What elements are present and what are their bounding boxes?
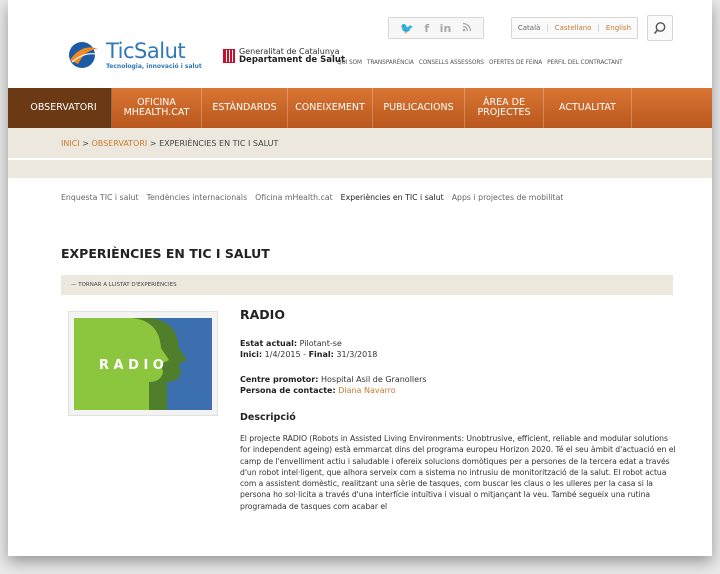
breadcrumb-observatori[interactable]: OBSERVATORI — [91, 139, 147, 148]
language-selector: Català | Castellano | English — [511, 17, 638, 39]
project-detail: RADIO Estat actual: Pilotant-se Inici: 1… — [240, 305, 680, 512]
status-value: Pilotant-se — [299, 339, 342, 348]
nav-observatori[interactable]: OBSERVATORI — [8, 88, 112, 128]
project-name: RADIO — [240, 307, 285, 322]
back-link-bar: — TORNAR A LLISTAT D'EXPERIÈNCIES — [61, 275, 673, 295]
breadcrumb-separator: > — [79, 138, 92, 148]
subnav-enquesta[interactable]: Enquesta TIC i salut — [61, 193, 139, 202]
util-link-perfil[interactable]: PERFIL DEL CONTRACTANT — [547, 60, 623, 66]
contact-link[interactable]: Diana Navarro — [338, 386, 395, 395]
centre-value: Hospital Asil de Granollers — [320, 375, 427, 384]
search-button[interactable] — [647, 15, 673, 41]
gencat-line2: Departament de Salut — [239, 55, 346, 65]
nav-actualitat[interactable]: ACTUALITAT — [544, 88, 632, 128]
page: 🐦 f in Català | Castellano | English Tic… — [8, 0, 712, 556]
twitter-icon[interactable]: 🐦 — [400, 22, 414, 35]
subnav-experiencies[interactable]: Experiències en TIC i salut — [341, 193, 444, 202]
centre-row: Centre promotor: Hospital Asil de Granol… — [240, 374, 680, 385]
breadcrumb-separator: > — [147, 138, 160, 148]
project-logo-image: R A D I O — [68, 311, 218, 416]
lang-es[interactable]: Castellano — [555, 24, 592, 32]
util-link-transparencia[interactable]: TRANSPARÈNCIA — [367, 60, 414, 66]
lang-ca[interactable]: Català — [518, 24, 540, 32]
linkedin-icon[interactable]: in — [440, 22, 452, 35]
start-value: 1/4/2015 — [264, 350, 301, 359]
ticsalut-logo[interactable]: TicSalut Tecnologia, innovació i salut — [64, 40, 202, 70]
util-link-qui-som[interactable]: QUI SOM — [337, 60, 362, 66]
back-link[interactable]: — TORNAR A LLISTAT D'EXPERIÈNCIES — [71, 282, 177, 288]
nav-oficina-mhealth[interactable]: OFICINA MHEALTH.CAT — [112, 88, 202, 128]
start-label: Inici: — [240, 350, 263, 359]
rss-icon[interactable] — [462, 22, 472, 35]
centre-label: Centre promotor: — [240, 375, 319, 384]
divider: | — [546, 24, 549, 32]
project-logo-text: R A D I O — [99, 358, 164, 373]
gencat-logo[interactable]: Generalitat de Catalunya Departament de … — [223, 47, 345, 65]
subnav-tendencies[interactable]: Tendències internacionals — [147, 193, 248, 202]
divider: | — [597, 24, 600, 32]
breadcrumb-home[interactable]: INICI — [61, 139, 80, 148]
status-label: Estat actual: — [240, 339, 298, 348]
dates-row: Inici: 1/4/2015 - Final: 31/3/2018 — [240, 349, 680, 360]
nav-coneixement[interactable]: CONEIXEMENT — [288, 88, 373, 128]
logo-name: TicSalut — [106, 38, 186, 63]
subnav-apps[interactable]: Apps i projectes de mobilitat — [452, 193, 564, 202]
description-heading: Descripció — [240, 412, 296, 423]
search-icon — [653, 22, 666, 35]
util-link-ofertes[interactable]: OFERTES DE FEINA — [489, 60, 542, 66]
nav-publicacions[interactable]: PUBLICACIONS — [373, 88, 465, 128]
breadcrumb: INICI > OBSERVATORI > EXPERIÈNCIES EN TI… — [8, 128, 712, 158]
utility-nav: QUI SOM TRANSPARÈNCIA CONSELLS ASSESSORS… — [337, 60, 623, 66]
nav-estandards[interactable]: ESTÀNDARDS — [202, 88, 288, 128]
breadcrumb-current: EXPERIÈNCIES EN TIC I SALUT — [159, 138, 279, 148]
facebook-icon[interactable]: f — [424, 22, 429, 35]
contact-label: Persona de contacte: — [240, 386, 336, 395]
contact-row: Persona de contacte: Diana Navarro — [240, 385, 680, 396]
page-title: EXPERIÈNCIES EN TIC I SALUT — [61, 246, 270, 261]
lang-en[interactable]: English — [606, 24, 631, 32]
description-text: El projecte RADIO (Robots in Assisted Li… — [240, 434, 676, 511]
ticsalut-logo-icon — [69, 42, 98, 68]
util-link-consells[interactable]: CONSELLS ASSESSORS — [419, 60, 484, 66]
subnav-oficina[interactable]: Oficina mHealth.cat — [255, 193, 333, 202]
gencat-flag-icon — [223, 49, 235, 63]
social-links: 🐦 f in — [388, 17, 484, 39]
logo-tagline: Tecnologia, innovació i salut — [106, 62, 202, 70]
sub-nav: Enquesta TIC i salut Tendències internac… — [61, 193, 563, 202]
status-row: Estat actual: Pilotant-se — [240, 338, 680, 349]
spacer-bar — [8, 160, 712, 178]
nav-area-projectes[interactable]: ÀREA DE PROJECTES — [465, 88, 544, 128]
end-value: 31/3/2018 — [336, 350, 378, 359]
end-label: Final: — [308, 350, 334, 359]
main-nav: OBSERVATORI OFICINA MHEALTH.CAT ESTÀNDAR… — [8, 88, 712, 128]
